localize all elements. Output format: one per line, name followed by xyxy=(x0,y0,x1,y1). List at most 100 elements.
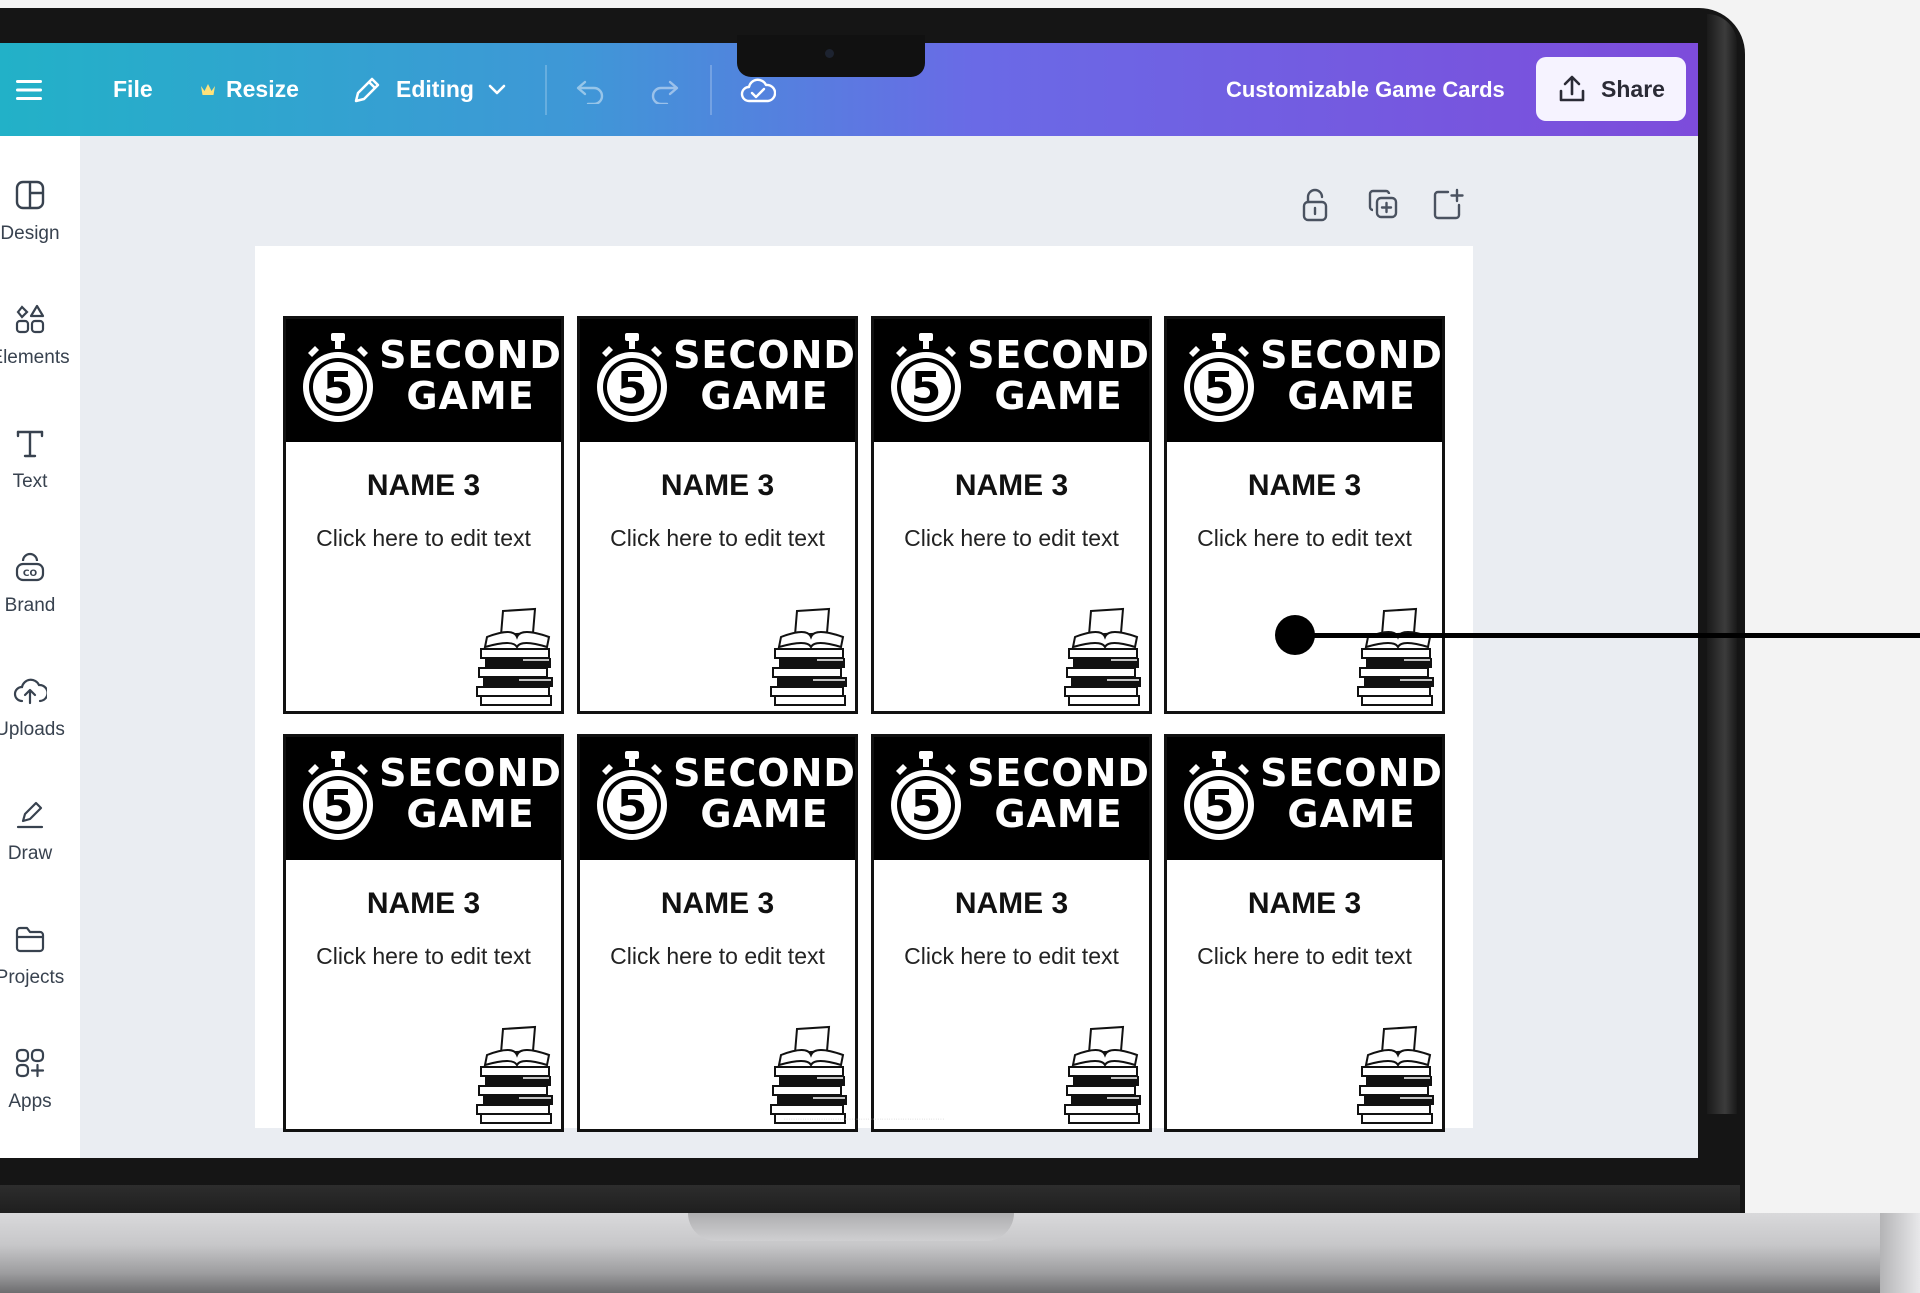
game-card[interactable]: 5 SECOND GAME NAME 3 Click here to edit … xyxy=(283,734,564,1132)
card-title: SECOND GAME xyxy=(672,753,857,835)
sidebar-item-text[interactable]: Text xyxy=(0,427,80,537)
undo-button[interactable] xyxy=(575,43,607,136)
lock-button[interactable] xyxy=(1300,188,1330,227)
design-page[interactable]: 5 SECOND GAME NAME 3 Click here to edit … xyxy=(255,246,1473,1132)
card-name[interactable]: NAME 3 xyxy=(874,887,1149,921)
redo-button[interactable] xyxy=(648,43,680,136)
card-title-line-2: GAME xyxy=(1287,374,1416,418)
menu-icon[interactable] xyxy=(16,43,42,136)
sidebar-item-elements[interactable]: Elements xyxy=(0,303,80,413)
svg-text:5: 5 xyxy=(617,781,648,832)
card-name[interactable]: NAME 3 xyxy=(580,887,855,921)
svg-text:5: 5 xyxy=(323,363,354,414)
card-body-text[interactable]: Click here to edit text xyxy=(580,943,855,970)
sidebar-item-apps[interactable]: Apps xyxy=(0,1047,80,1157)
editing-label: Editing xyxy=(396,76,474,102)
card-header: 5 SECOND GAME xyxy=(874,737,1149,860)
sidebar-item-design[interactable]: Design xyxy=(0,179,80,289)
sidebar-item-draw[interactable]: Draw xyxy=(0,799,80,909)
stopwatch-icon: 5 xyxy=(303,751,373,840)
stopwatch-icon: 5 xyxy=(1184,333,1254,422)
pointer-dot xyxy=(1275,615,1315,655)
card-header: 5 SECOND GAME xyxy=(1167,737,1442,860)
card-title: SECOND GAME xyxy=(1259,753,1444,835)
camera-notch xyxy=(737,35,925,77)
duplicate-page-button[interactable] xyxy=(1367,188,1399,225)
game-card[interactable]: 5 SECOND GAME NAME 3 Click here to edit … xyxy=(1164,734,1445,1132)
sidebar-item-projects[interactable]: Projects xyxy=(0,923,80,1033)
share-button[interactable]: Share xyxy=(1536,57,1686,121)
card-body-text[interactable]: Click here to edit text xyxy=(286,525,561,552)
laptop-trackpad-notch xyxy=(688,1213,1014,1241)
card-name[interactable]: NAME 3 xyxy=(286,887,561,921)
card-name[interactable]: NAME 3 xyxy=(1167,887,1442,921)
file-menu[interactable]: File xyxy=(113,43,153,136)
book-stack-icon xyxy=(476,607,553,706)
card-body-text[interactable]: Click here to edit text xyxy=(1167,525,1442,552)
stopwatch-icon: 5 xyxy=(597,751,667,840)
stopwatch-icon: 5 xyxy=(891,751,961,840)
resize-button[interactable]: Resize xyxy=(200,43,299,136)
sidebar-item-label: Elements xyxy=(0,347,70,368)
draw-icon xyxy=(16,801,44,829)
editing-mode-dropdown[interactable]: Editing xyxy=(352,43,506,136)
card-name[interactable]: NAME 3 xyxy=(874,469,1149,503)
card-body-text[interactable]: Click here to edit text xyxy=(286,943,561,970)
card-title-line-2: GAME xyxy=(700,792,829,836)
book-stack-icon xyxy=(476,1025,553,1124)
svg-text:5: 5 xyxy=(617,363,648,414)
book-stack-icon xyxy=(770,607,847,706)
camera-icon xyxy=(825,49,834,58)
file-label: File xyxy=(113,76,153,102)
card-header: 5 SECOND GAME xyxy=(1167,319,1442,442)
sidebar-item-uploads[interactable]: Uploads xyxy=(0,675,80,785)
game-card[interactable]: 5 SECOND GAME NAME 3 Click here to edit … xyxy=(577,734,858,1132)
toolbar-divider xyxy=(710,65,712,115)
svg-text:5: 5 xyxy=(911,363,942,414)
card-title-line-1: SECOND xyxy=(1260,751,1443,795)
game-card[interactable]: 5 SECOND GAME NAME 3 Click here to edit … xyxy=(871,316,1152,714)
card-header: 5 SECOND GAME xyxy=(286,737,561,860)
share-label: Share xyxy=(1601,75,1665,102)
card-name[interactable]: NAME 3 xyxy=(1167,469,1442,503)
card-title: SECOND GAME xyxy=(1259,335,1444,417)
undo-icon xyxy=(576,80,604,104)
add-page-button[interactable] xyxy=(1432,188,1464,225)
book-stack-icon xyxy=(1064,1025,1141,1124)
card-title-line-1: SECOND xyxy=(673,751,856,795)
card-title-line-1: SECOND xyxy=(673,333,856,377)
page-footer-credit: ········································… xyxy=(783,1116,945,1123)
design-title[interactable]: Customizable Game Cards xyxy=(1226,43,1505,136)
svg-text:5: 5 xyxy=(1204,781,1235,832)
game-card[interactable]: 5 SECOND GAME NAME 3 Click here to edit … xyxy=(1164,316,1445,714)
game-card[interactable]: 5 SECOND GAME NAME 3 Click here to edit … xyxy=(871,734,1152,1132)
card-header: 5 SECOND GAME xyxy=(580,737,855,860)
game-card[interactable]: 5 SECOND GAME NAME 3 Click here to edit … xyxy=(577,316,858,714)
card-name[interactable]: NAME 3 xyxy=(286,469,561,503)
card-body-text[interactable]: Click here to edit text xyxy=(1167,943,1442,970)
card-title-line-2: GAME xyxy=(994,374,1123,418)
card-body-text[interactable]: Click here to edit text xyxy=(580,525,855,552)
sidebar-item-brand[interactable]: CO Brand xyxy=(0,551,80,661)
sidebar-item-label: Projects xyxy=(0,967,65,988)
card-header: 5 SECOND GAME xyxy=(286,319,561,442)
stopwatch-icon: 5 xyxy=(303,333,373,422)
card-header: 5 SECOND GAME xyxy=(874,319,1149,442)
card-body-text[interactable]: Click here to edit text xyxy=(874,943,1149,970)
design-title-text: Customizable Game Cards xyxy=(1226,76,1505,102)
card-name[interactable]: NAME 3 xyxy=(580,469,855,503)
card-title-line-2: GAME xyxy=(1287,792,1416,836)
card-title: SECOND GAME xyxy=(378,753,563,835)
elements-icon xyxy=(15,304,45,334)
chevron-down-icon xyxy=(488,84,506,94)
cloud-save-icon xyxy=(740,78,776,102)
card-body-text[interactable]: Click here to edit text xyxy=(874,525,1149,552)
add-page-icon xyxy=(1433,188,1464,220)
card-title-line-1: SECOND xyxy=(967,751,1150,795)
stopwatch-icon: 5 xyxy=(891,333,961,422)
card-title-line-2: GAME xyxy=(406,792,535,836)
sidebar-item-label: Design xyxy=(0,223,60,244)
card-header: 5 SECOND GAME xyxy=(580,319,855,442)
game-card[interactable]: 5 SECOND GAME NAME 3 Click here to edit … xyxy=(283,316,564,714)
card-title: SECOND GAME xyxy=(966,753,1151,835)
